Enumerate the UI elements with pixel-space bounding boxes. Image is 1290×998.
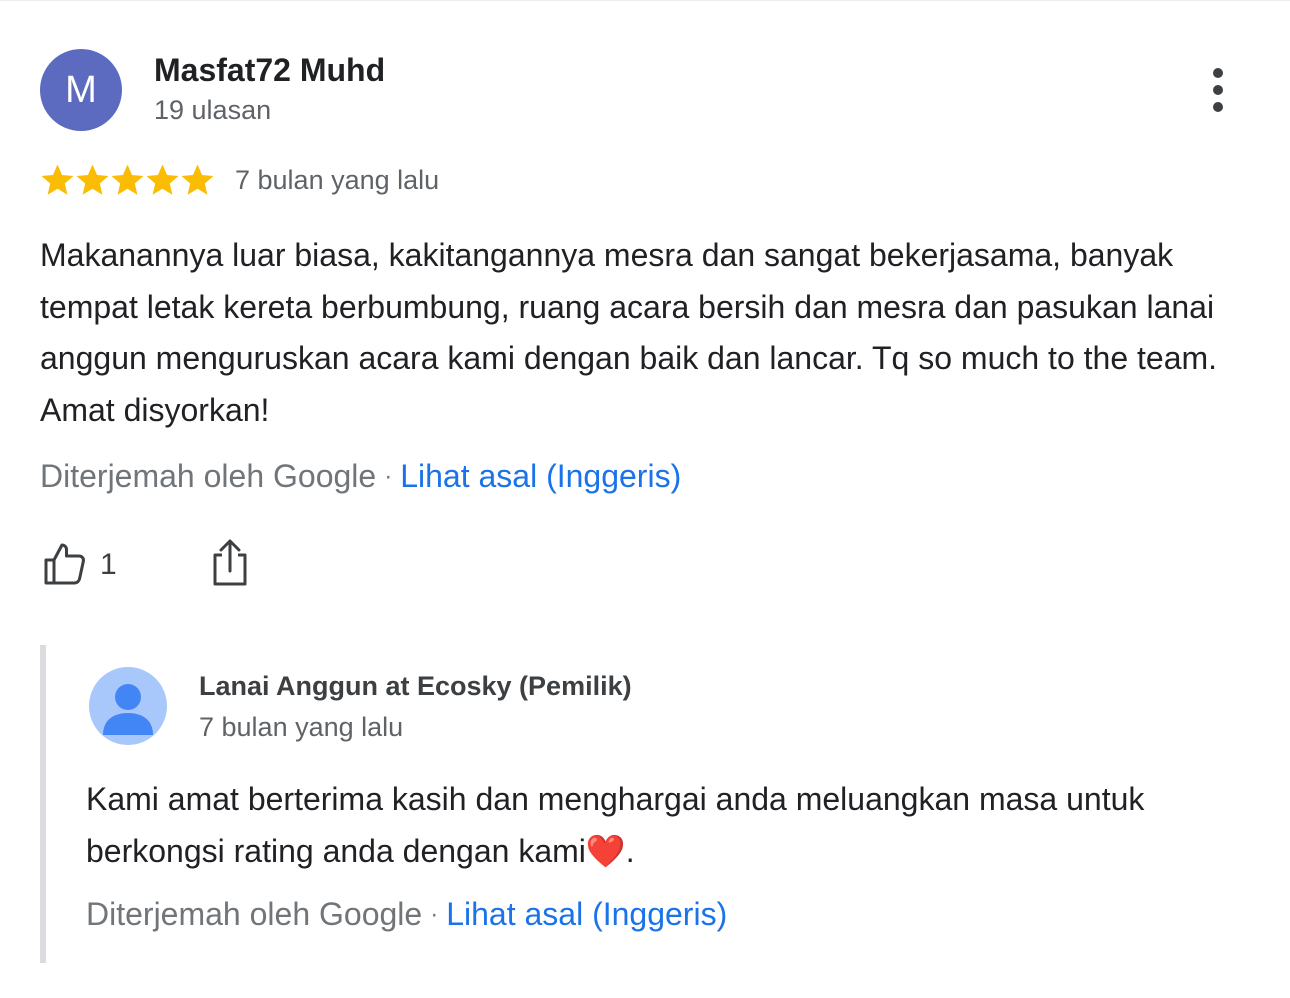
owner-reply-date: 7 bulan yang lalu	[199, 712, 404, 742]
translated-by-label: Diterjemah oleh Google	[40, 458, 377, 494]
more-vert-icon	[1213, 68, 1223, 112]
heart-emoji: ❤️	[585, 832, 626, 869]
star-icon	[76, 164, 109, 195]
owner-separator: ·	[430, 900, 439, 928]
reply-indent-bar	[40, 645, 46, 963]
like-count: 1	[100, 548, 117, 581]
star-icon	[111, 164, 144, 195]
like-button[interactable]: 1	[40, 535, 117, 595]
review-text: Makanannya luar biasa, kakitangannya mes…	[40, 237, 1218, 428]
star-icon	[146, 164, 179, 195]
owner-translation-info: Diterjemah oleh Google · Lihat asal (Ing…	[86, 896, 727, 933]
see-original-link[interactable]: Lihat asal (Inggeris)	[400, 458, 681, 495]
review-date: 7 bulan yang lalu	[235, 164, 440, 195]
reviewer-review-count: 19 ulasan	[154, 95, 272, 125]
owner-name: Lanai Anggun at Ecosky (Pemilik)	[199, 671, 632, 701]
more-options-button[interactable]	[1200, 62, 1236, 118]
share-button[interactable]	[204, 535, 256, 595]
star-icon	[181, 164, 214, 195]
owner-avatar[interactable]	[89, 667, 167, 745]
separator: ·	[384, 462, 393, 490]
reviewer-name[interactable]: Masfat72 Muhd	[154, 52, 385, 89]
translation-info: Diterjemah oleh Google · Lihat asal (Ing…	[40, 458, 681, 495]
star-rating	[40, 163, 215, 197]
star-icon	[41, 164, 74, 195]
reviewer-avatar[interactable]: M	[40, 49, 122, 131]
person-icon	[89, 684, 167, 745]
owner-translated-by-label: Diterjemah oleh Google	[86, 896, 423, 932]
rating-row: 7 bulan yang lalu	[40, 160, 439, 200]
top-divider	[0, 0, 1290, 1]
owner-reply-text: Kami amat berterima kasih dan menghargai…	[86, 774, 1216, 877]
owner-reply-trailing: .	[625, 832, 635, 869]
owner-see-original-link[interactable]: Lihat asal (Inggeris)	[446, 896, 727, 933]
share-icon	[210, 538, 250, 593]
avatar-initial: M	[65, 68, 97, 111]
thumb-up-icon	[40, 539, 88, 592]
